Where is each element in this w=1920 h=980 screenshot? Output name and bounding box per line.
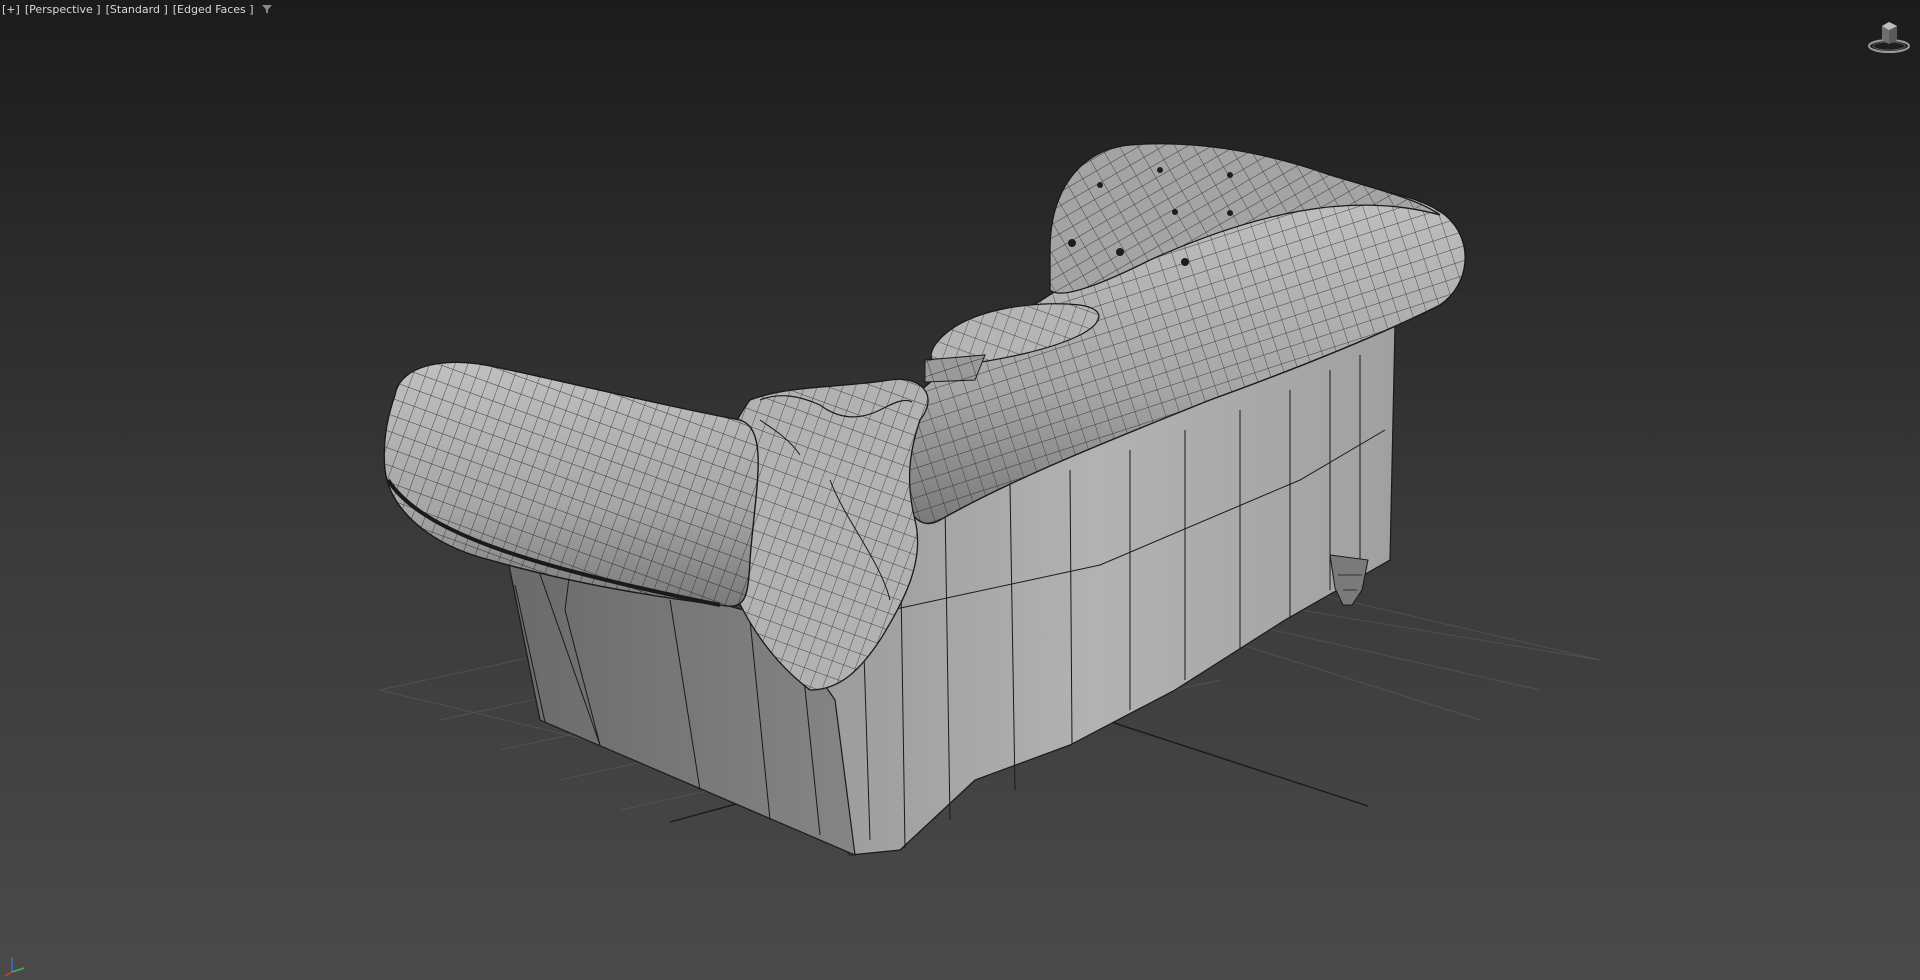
axis-tripod-icon — [4, 957, 25, 977]
sofa-leg — [1329, 554, 1369, 606]
sofa-scene[interactable] — [0, 0, 1920, 980]
perspective-viewport[interactable]: [+] [Perspective ] [Standard ] [Edged Fa… — [0, 0, 1920, 980]
sofa-left-arm — [383, 361, 759, 607]
